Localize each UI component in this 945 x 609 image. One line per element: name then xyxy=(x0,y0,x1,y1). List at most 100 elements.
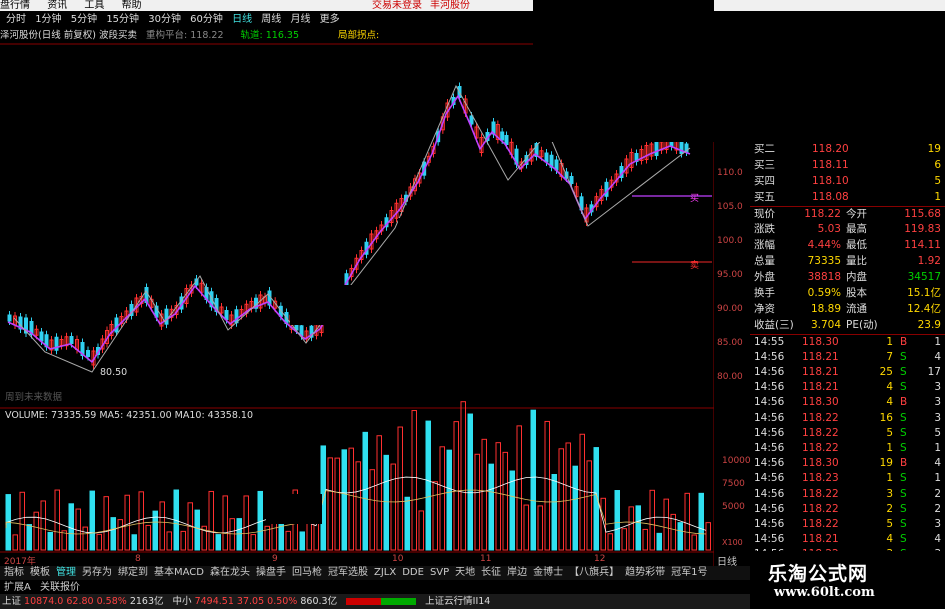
volume-bar xyxy=(488,463,494,551)
indicator-tab[interactable]: 冠军选股 xyxy=(328,567,368,578)
volume-bar xyxy=(404,496,410,551)
stat-label: 流通 xyxy=(846,302,867,315)
volume-bar xyxy=(628,506,634,551)
stat-value: 38818 xyxy=(807,271,841,284)
kline-chart[interactable] xyxy=(0,0,714,609)
volume-bar xyxy=(698,492,704,551)
price-tick: 110.0 xyxy=(717,168,743,178)
stat-value: 119.83 xyxy=(904,223,941,236)
indicator-tab[interactable]: 森在龙头 xyxy=(210,567,250,578)
volume-bar xyxy=(621,528,627,551)
volume-bar xyxy=(341,449,347,551)
volume-bar xyxy=(656,532,662,551)
index1-amount: 2163亿 xyxy=(129,596,164,607)
index2-name[interactable]: 中小 xyxy=(173,596,192,607)
indicator-tab[interactable]: DDE xyxy=(402,567,424,578)
volume-bar xyxy=(411,410,417,551)
volume-bar xyxy=(544,420,550,551)
order-qty: 5 xyxy=(934,174,941,187)
date-tick: 12 xyxy=(594,554,606,564)
trade-count: 3 xyxy=(934,396,941,409)
indicator-tab[interactable]: 另存为 xyxy=(82,567,112,578)
indicator-tab[interactable]: 金博士 xyxy=(533,567,563,578)
volume-bar xyxy=(89,490,95,551)
indicator-tab[interactable]: 长征 xyxy=(481,567,501,578)
indicator-tab[interactable]: 操盘手 xyxy=(256,567,286,578)
order-level: 买三 xyxy=(754,158,775,171)
order-price: 118.11 xyxy=(812,158,849,171)
trade-row: 14:56 118.30 19 B 4 xyxy=(750,456,945,471)
order-qty: 6 xyxy=(934,158,941,171)
trade-count: 2 xyxy=(934,487,941,500)
trade-time: 14:56 xyxy=(754,442,785,454)
volume-bar xyxy=(677,522,683,551)
volume-bar xyxy=(47,531,53,551)
volume-bar xyxy=(96,533,102,551)
indicator-tab[interactable]: 管理 xyxy=(56,567,76,578)
volume-bar xyxy=(82,526,88,551)
stat-label: 外盘 xyxy=(754,271,775,284)
indicator-tab[interactable]: 模板 xyxy=(30,567,50,578)
index1-name[interactable]: 上证 xyxy=(2,596,21,607)
indicator-tab[interactable]: SVP xyxy=(430,567,449,578)
indicator-tab[interactable]: 基本MACD xyxy=(154,567,204,578)
indicator-tab[interactable]: 趋势彩带 xyxy=(625,567,665,578)
server-status: 上证云行情II14 xyxy=(425,596,491,607)
candle-body xyxy=(86,350,90,357)
volume-bar xyxy=(243,495,249,551)
indicator-tab[interactable]: 天地 xyxy=(455,567,475,578)
trade-price: 118.21 xyxy=(802,533,839,546)
trade-qty: 1 xyxy=(886,335,893,348)
date-tick: 10 xyxy=(392,554,404,564)
tab-related-quote[interactable]: 关联报价 xyxy=(40,582,80,593)
trade-qty: 7 xyxy=(886,350,893,363)
indicator-tab[interactable]: 冠军1号 xyxy=(671,567,707,578)
buy-marker: 买 xyxy=(690,194,700,204)
trade-price: 118.22 xyxy=(802,502,839,515)
volume-bar xyxy=(222,495,228,551)
stat-label: 净资 xyxy=(754,302,775,315)
stat-value: 12.4亿 xyxy=(907,302,941,315)
volume-bar xyxy=(383,454,389,551)
stat-value: 0.59% xyxy=(807,287,841,300)
trade-row: 14:56 118.30 4 B 3 xyxy=(750,395,945,410)
status-bar: 上证 10874.0 62.80 0.58% 2163亿 中小 7494.51 … xyxy=(0,594,750,609)
volume-bar xyxy=(166,531,172,551)
trade-row: 14:56 118.21 4 S 4 xyxy=(750,532,945,547)
indicator-tab[interactable]: 指标 xyxy=(4,567,24,578)
index2-percent: 0.50% xyxy=(267,596,298,607)
indicator-tab[interactable]: ZJLX xyxy=(374,567,396,578)
tab-extend-a[interactable]: 扩展A xyxy=(4,582,31,593)
volume-bar xyxy=(558,448,564,551)
volume-bar xyxy=(509,470,515,551)
indicator-tab[interactable]: 岸边 xyxy=(507,567,527,578)
indicator-tab[interactable]: 绑定到 xyxy=(118,567,148,578)
trade-time: 14:56 xyxy=(754,426,785,439)
trade-row: 14:56 118.22 3 S 2 xyxy=(750,487,945,502)
trade-qty: 5 xyxy=(886,426,893,439)
volume-bar xyxy=(334,457,340,551)
stat-value: 73335 xyxy=(807,255,841,268)
trade-count: 17 xyxy=(927,366,941,379)
trade-qty: 2 xyxy=(886,502,893,515)
volume-bar xyxy=(446,449,452,551)
stat-value: 118.22 xyxy=(804,207,841,220)
volume-bar xyxy=(250,534,256,551)
trade-count: 4 xyxy=(934,533,941,546)
indicator-tab[interactable]: 【八旗兵】 xyxy=(569,567,619,578)
trade-price: 118.23 xyxy=(802,472,839,485)
candle-body xyxy=(224,310,229,320)
candle-body xyxy=(469,115,474,125)
volume-bar xyxy=(474,453,480,551)
order-price: 118.10 xyxy=(812,174,849,187)
indicator-tab[interactable]: 回马枪 xyxy=(292,567,322,578)
volume-bar xyxy=(705,522,711,551)
stat-label: PE(动) xyxy=(846,318,878,331)
volume-bar xyxy=(495,442,501,551)
low-price-label: 80.50 xyxy=(100,367,128,378)
volume-bar xyxy=(138,491,144,551)
trade-direction: S xyxy=(900,350,907,363)
stat-label: 涨跌 xyxy=(754,223,775,236)
trade-direction: B xyxy=(900,396,908,409)
stat-row: 外盘 38818 内盘 34517 xyxy=(750,270,945,286)
